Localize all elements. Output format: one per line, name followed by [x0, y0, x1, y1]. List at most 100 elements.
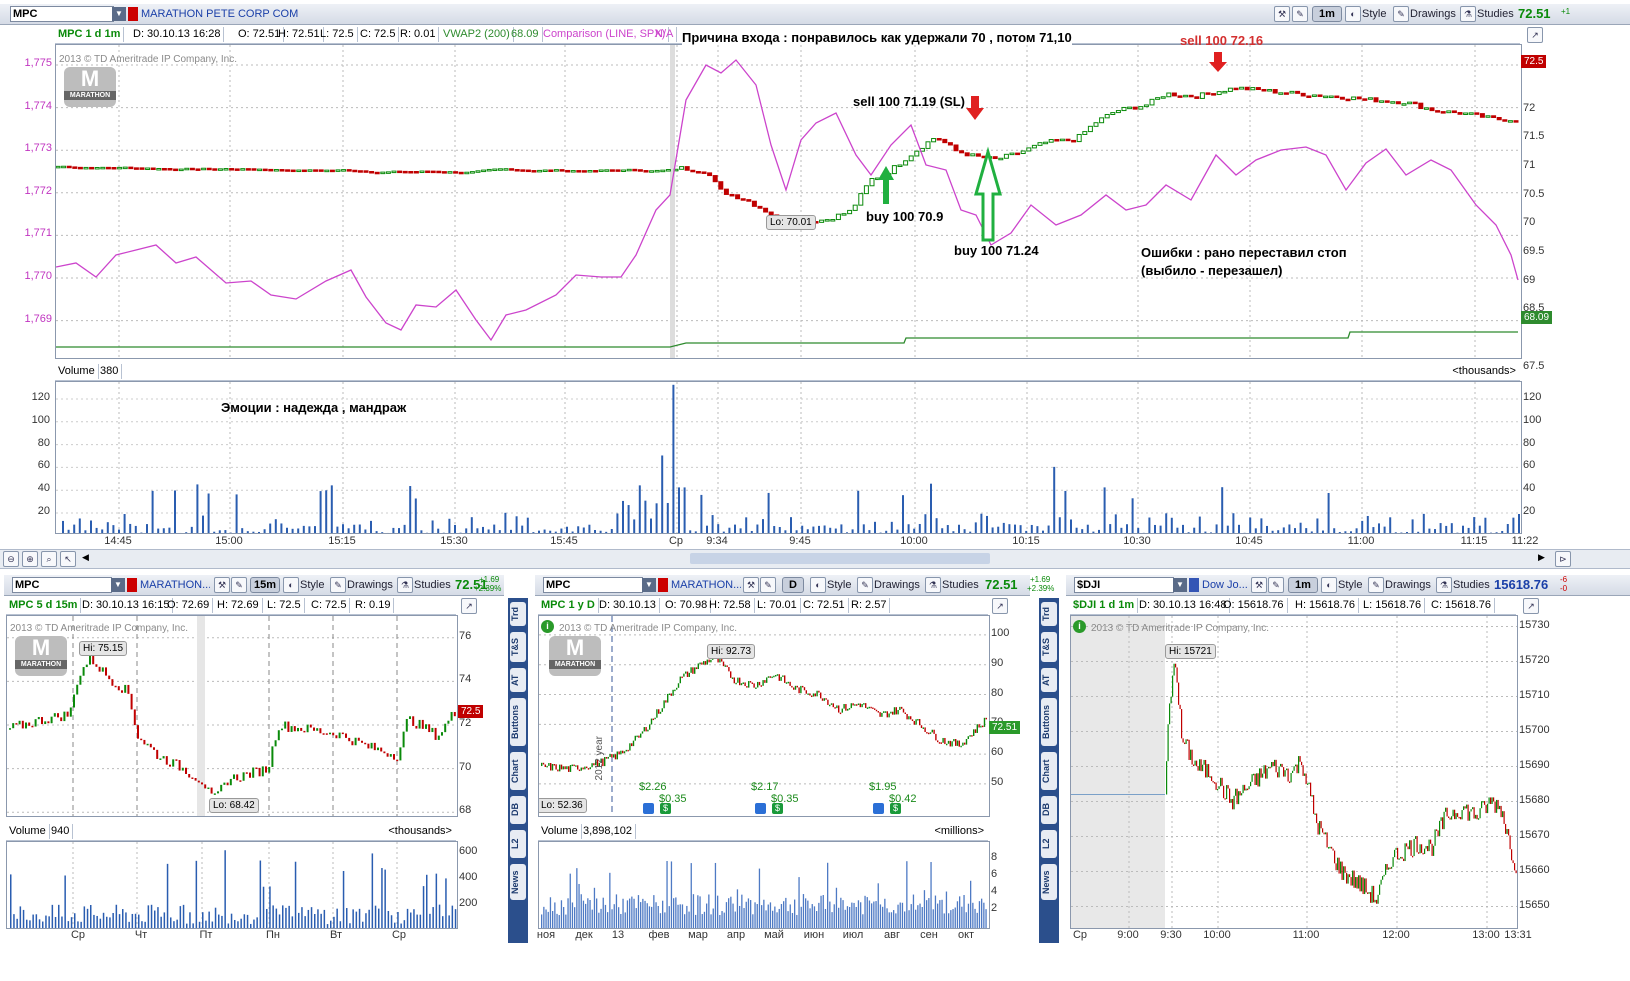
volume-bar: [677, 904, 679, 928]
side-tab-chart[interactable]: Chart: [510, 752, 526, 790]
symbol-input[interactable]: MPC: [10, 6, 114, 22]
volume-bar: [906, 861, 908, 928]
side-tab-chart[interactable]: Chart: [1041, 752, 1057, 790]
studies-icon[interactable]: ⚗: [397, 577, 413, 593]
drawings-icon[interactable]: ✎: [330, 577, 346, 593]
symbol-input[interactable]: $DJI: [1074, 577, 1174, 593]
scroll-left-icon[interactable]: ◀: [82, 552, 89, 563]
studies-button[interactable]: Studies: [1453, 578, 1490, 592]
scroll-right-icon[interactable]: ▶: [1538, 552, 1545, 563]
studies-icon[interactable]: ⚗: [1460, 6, 1476, 22]
side-tab-trd[interactable]: Trd: [1041, 602, 1057, 626]
alert-icon[interactable]: [127, 578, 137, 592]
zoom-in-icon[interactable]: ⊕: [22, 551, 38, 567]
alert-icon[interactable]: [128, 7, 138, 21]
studies-icon[interactable]: ⚗: [925, 577, 941, 593]
style-icon[interactable]: ◐: [283, 577, 299, 593]
link-icon[interactable]: ⚒: [214, 577, 230, 593]
alert-icon[interactable]: [658, 578, 668, 592]
side-tab-ts[interactable]: T&S: [1041, 632, 1057, 662]
studies-button[interactable]: Studies: [942, 578, 979, 592]
cursor-icon[interactable]: ↖: [60, 551, 76, 567]
drawings-button[interactable]: Drawings: [347, 578, 393, 592]
studies-button[interactable]: Studies: [1477, 7, 1514, 21]
style-button[interactable]: Style: [827, 578, 851, 592]
pencil-icon[interactable]: ✎: [1292, 6, 1308, 22]
volume-bar: [918, 523, 921, 533]
side-tab-ts[interactable]: T&S: [510, 632, 526, 662]
studies-icon[interactable]: ⚗: [1436, 577, 1452, 593]
style-button[interactable]: Style: [300, 578, 324, 592]
drawings-icon[interactable]: ✎: [857, 577, 873, 593]
studies-button[interactable]: Studies: [414, 578, 451, 592]
symbol-dropdown-icon[interactable]: ▼: [1173, 578, 1187, 592]
chart-settings-icon[interactable]: ↗: [992, 598, 1008, 614]
chart-settings-icon[interactable]: ↗: [1527, 27, 1543, 43]
vwap-label[interactable]: VWAP2 (200): [440, 27, 514, 42]
style-button[interactable]: Style: [1338, 578, 1362, 592]
panel-dji-price-plot[interactable]: i 2013 © TD Ameritrade IP Company, Inc. …: [1070, 615, 1518, 929]
link-icon[interactable]: ⚒: [1274, 6, 1290, 22]
info-icon[interactable]: i: [1073, 620, 1086, 633]
style-icon[interactable]: ◐: [810, 577, 826, 593]
expand-icon[interactable]: ⊳: [1555, 551, 1571, 567]
earnings-icon[interactable]: [643, 803, 654, 814]
side-tab-buttons[interactable]: Buttons: [510, 698, 526, 746]
drawings-button[interactable]: Drawings: [874, 578, 920, 592]
volume-bar: [272, 905, 274, 928]
style-button[interactable]: Style: [1362, 7, 1386, 21]
side-tab-db[interactable]: DB: [1041, 796, 1057, 824]
volume-bar: [813, 906, 816, 928]
chart-scrollbar[interactable]: ⊖ ⊕ ⌕ ↖ ◀ ▶ ⊳: [0, 549, 1630, 569]
side-tab-buttons[interactable]: Buttons: [1041, 698, 1057, 746]
dividend-icon[interactable]: $: [890, 803, 901, 814]
aggregation-button[interactable]: 1m: [1312, 6, 1342, 22]
volume-bar: [224, 530, 227, 533]
dividend-icon[interactable]: $: [772, 803, 783, 814]
panel-1y-volume-plot[interactable]: [538, 841, 990, 929]
price-candle: [1305, 773, 1307, 785]
side-tab-l2[interactable]: L2: [510, 830, 526, 858]
aggregation-button[interactable]: D: [782, 577, 804, 593]
drawings-icon[interactable]: ✎: [1393, 6, 1409, 22]
side-tab-trd[interactable]: Trd: [510, 602, 526, 626]
volume-bar: [668, 906, 670, 928]
side-tab-at[interactable]: AT: [510, 668, 526, 692]
chart-settings-icon[interactable]: ↗: [461, 598, 477, 614]
style-icon[interactable]: ◐: [1321, 577, 1337, 593]
aggregation-button[interactable]: 1m: [1288, 577, 1318, 593]
side-tab-db[interactable]: DB: [510, 796, 526, 824]
style-icon[interactable]: ◐: [1345, 6, 1361, 22]
link-icon[interactable]: ⚒: [1251, 577, 1267, 593]
symbol-dropdown-icon[interactable]: ▼: [112, 7, 126, 21]
earnings-icon[interactable]: [755, 803, 766, 814]
side-tab-news[interactable]: News: [510, 864, 526, 900]
panel-5d-volume-plot[interactable]: [6, 841, 458, 929]
symbol-dropdown-icon[interactable]: ▼: [111, 578, 125, 592]
dividend-icon[interactable]: $: [660, 803, 671, 814]
earnings-icon[interactable]: [873, 803, 884, 814]
side-tab-at[interactable]: AT: [1041, 668, 1057, 692]
panel-1y-price-plot[interactable]: 2013 © TD Ameritrade IP Company, Inc. i …: [538, 615, 990, 817]
zoom-out-icon[interactable]: ⊖: [3, 551, 19, 567]
scroll-thumb[interactable]: [690, 553, 990, 564]
pencil-icon[interactable]: ✎: [760, 577, 776, 593]
link-icon[interactable]: ⚒: [743, 577, 759, 593]
main-price-plot[interactable]: 2013 © TD Ameritrade IP Company, Inc. MM…: [55, 44, 1522, 359]
symbol-dropdown-icon[interactable]: ▼: [642, 578, 656, 592]
comparison-label[interactable]: Comparison (LINE, SPX): [540, 27, 670, 42]
symbol-input[interactable]: MPC: [543, 577, 643, 593]
pencil-icon[interactable]: ✎: [231, 577, 247, 593]
symbol-input[interactable]: MPC: [12, 577, 112, 593]
pencil-icon[interactable]: ✎: [1268, 577, 1284, 593]
aggregation-button[interactable]: 15m: [250, 577, 280, 593]
side-tab-news[interactable]: News: [1041, 864, 1057, 900]
index-icon[interactable]: [1189, 578, 1199, 592]
chart-settings-icon[interactable]: ↗: [1523, 598, 1539, 614]
drawings-button[interactable]: Drawings: [1410, 7, 1456, 21]
drawings-button[interactable]: Drawings: [1385, 578, 1431, 592]
panel-5d-price-plot[interactable]: 2013 © TD Ameritrade IP Company, Inc. MM…: [6, 615, 458, 817]
drawings-icon[interactable]: ✎: [1368, 577, 1384, 593]
magnifier-icon[interactable]: ⌕: [41, 551, 57, 567]
side-tab-l2[interactable]: L2: [1041, 830, 1057, 858]
